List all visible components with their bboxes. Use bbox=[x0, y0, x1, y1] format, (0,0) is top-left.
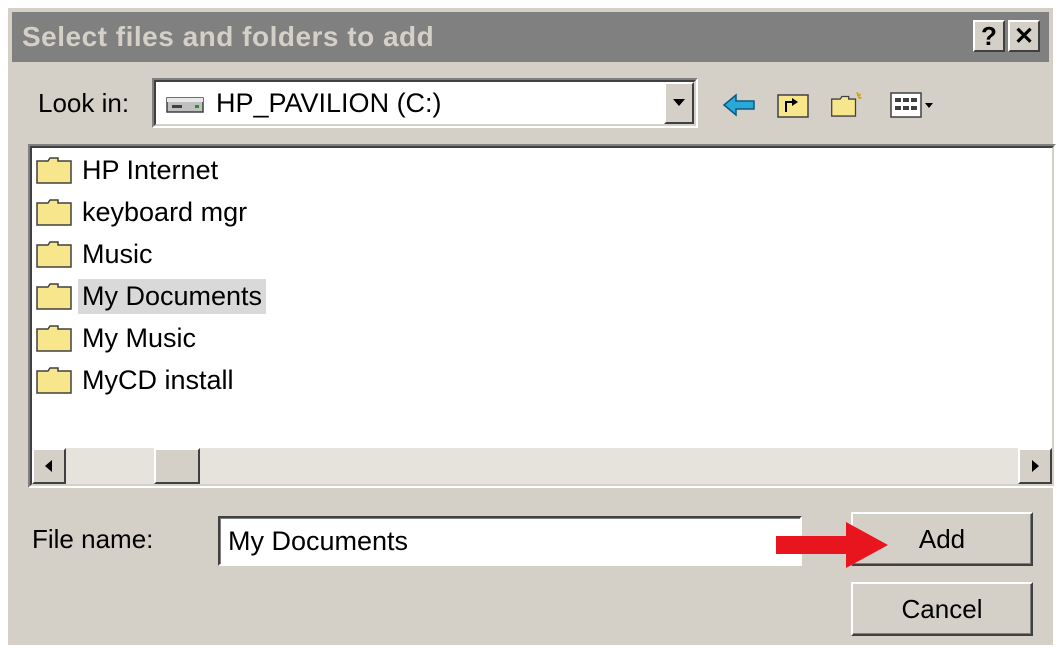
look-in-combo[interactable]: HP_PAVILION (C:) bbox=[152, 78, 698, 128]
list-item[interactable]: keyboard mgr bbox=[36, 192, 251, 232]
up-one-level-icon[interactable] bbox=[776, 88, 810, 122]
back-arrow-icon[interactable] bbox=[722, 88, 756, 122]
folder-icon bbox=[36, 325, 72, 352]
list-item-label: MyCD install bbox=[82, 364, 234, 395]
list-item-label: My Music bbox=[82, 322, 196, 353]
title-bar[interactable]: Select files and folders to add ? ✕ bbox=[12, 12, 1049, 62]
file-list[interactable]: HP Internet keyboard mgr Music My Docume… bbox=[28, 144, 1056, 488]
file-name-label: File name: bbox=[32, 524, 154, 554]
list-item-label: Music bbox=[82, 238, 153, 269]
scroll-right-button[interactable] bbox=[1018, 448, 1052, 484]
list-item-label: keyboard mgr bbox=[82, 196, 248, 227]
help-icon: ? bbox=[981, 20, 997, 51]
folder-icon bbox=[36, 241, 72, 268]
chevron-down-icon bbox=[673, 99, 685, 106]
close-button[interactable]: ✕ bbox=[1008, 20, 1040, 52]
list-item-label: HP Internet bbox=[82, 154, 219, 185]
list-item[interactable]: My Music bbox=[36, 318, 200, 358]
look-in-label: Look in: bbox=[38, 88, 130, 118]
folder-icon bbox=[36, 199, 72, 226]
list-item[interactable]: Music bbox=[36, 234, 157, 274]
new-folder-icon[interactable] bbox=[830, 88, 864, 122]
view-menu-icon[interactable] bbox=[888, 88, 938, 122]
cancel-button[interactable]: Cancel bbox=[851, 582, 1033, 636]
scroll-left-button[interactable] bbox=[32, 448, 66, 484]
folder-icon bbox=[36, 157, 72, 184]
look-in-value: HP_PAVILION (C:) bbox=[216, 88, 442, 118]
dialog-title: Select files and folders to add bbox=[22, 21, 435, 52]
list-item-label: My Documents bbox=[78, 278, 267, 314]
scroll-thumb[interactable] bbox=[154, 448, 200, 484]
file-name-input[interactable] bbox=[218, 516, 802, 566]
chevron-right-icon bbox=[1032, 460, 1039, 472]
help-button[interactable]: ? bbox=[973, 20, 1005, 52]
folder-icon bbox=[36, 283, 72, 310]
list-item-selected[interactable]: My Documents bbox=[36, 276, 267, 316]
list-item[interactable]: HP Internet bbox=[36, 150, 222, 190]
red-arrow-icon bbox=[776, 522, 888, 568]
horizontal-scrollbar[interactable] bbox=[32, 448, 1052, 484]
chevron-left-icon bbox=[45, 460, 52, 472]
select-files-dialog: Select files and folders to add ? ✕ Look… bbox=[8, 8, 1056, 645]
folder-icon bbox=[36, 367, 72, 394]
look-in-dropdown-button[interactable] bbox=[664, 82, 694, 124]
hard-drive-icon bbox=[166, 97, 204, 113]
close-icon: ✕ bbox=[1013, 22, 1035, 50]
list-item[interactable]: MyCD install bbox=[36, 360, 238, 400]
